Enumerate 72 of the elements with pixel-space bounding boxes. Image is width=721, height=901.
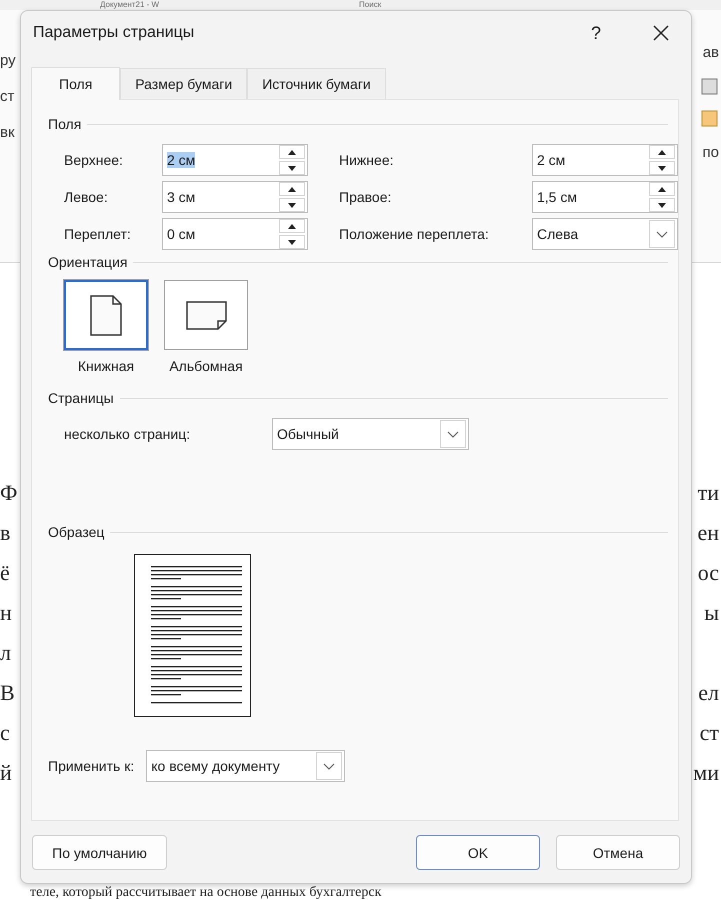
ribbon-label: по bbox=[702, 143, 719, 163]
section-heading: Страницы bbox=[48, 390, 114, 406]
document-text: й bbox=[0, 759, 12, 787]
section-heading: Образец bbox=[48, 524, 104, 540]
spin-field[interactable]: 3 см bbox=[162, 181, 308, 213]
down-arrow-icon bbox=[657, 164, 667, 172]
document-text: ос bbox=[698, 559, 719, 587]
section-heading: Поля bbox=[48, 116, 82, 132]
ribbon-label: ст bbox=[0, 87, 16, 107]
field-label: Нижнее: bbox=[339, 152, 394, 168]
tab[interactable]: Источник бумаги bbox=[247, 68, 386, 99]
spin-field[interactable]: 2 см bbox=[162, 144, 308, 176]
ribbon-label: вк bbox=[0, 123, 16, 143]
help-button[interactable]: ? bbox=[561, 22, 631, 44]
field-label: несколько страниц: bbox=[64, 426, 192, 442]
document-text: ен bbox=[697, 519, 719, 547]
option-label: Книжная bbox=[78, 358, 134, 374]
document-text: с bbox=[0, 719, 10, 747]
down-arrow-icon bbox=[287, 238, 297, 246]
chevron-down-icon bbox=[323, 762, 336, 770]
document-text: ел bbox=[698, 679, 719, 707]
shape-icon bbox=[701, 110, 719, 128]
document-text: Ф bbox=[0, 479, 18, 507]
document-text: л bbox=[0, 639, 11, 667]
tab[interactable]: Поля bbox=[31, 67, 120, 100]
document-text: н bbox=[0, 599, 12, 627]
field-label: Положение переплета: bbox=[339, 226, 490, 242]
dialog-button[interactable]: OK bbox=[416, 835, 540, 870]
field-label: Переплет: bbox=[64, 226, 132, 242]
down-arrow-icon bbox=[287, 202, 297, 208]
spin-field[interactable]: 0 см bbox=[162, 218, 308, 250]
close-icon bbox=[653, 25, 669, 41]
ribbon-label: ру bbox=[0, 51, 16, 71]
dropdown[interactable]: Обычный bbox=[272, 418, 469, 450]
down-arrow-icon bbox=[657, 202, 667, 208]
portrait-page-icon bbox=[90, 294, 122, 336]
document-text: ст bbox=[700, 719, 719, 747]
up-arrow-icon bbox=[287, 148, 297, 156]
document-text: ё bbox=[0, 559, 10, 587]
dialog-title: Параметры страницы bbox=[33, 24, 196, 42]
down-arrow-icon bbox=[287, 164, 297, 172]
up-arrow-icon bbox=[657, 148, 667, 156]
chevron-down-icon bbox=[447, 430, 459, 438]
dropdown[interactable]: Слева bbox=[532, 218, 678, 250]
dialog-button[interactable]: Отмена bbox=[556, 835, 680, 870]
spin-field[interactable]: 1,5 см bbox=[532, 181, 678, 213]
field-label: Левое: bbox=[64, 189, 109, 205]
up-arrow-icon bbox=[287, 186, 297, 192]
spin-field[interactable]: 2 см bbox=[532, 144, 678, 176]
section-heading: Ориентация bbox=[48, 254, 128, 270]
option-label: Альбомная bbox=[169, 358, 243, 374]
document-text: теле, который рассчитывает на основе данных бухгалтерск bbox=[29, 885, 382, 901]
ribbon-label: ав bbox=[702, 43, 719, 63]
field-label: Верхнее: bbox=[64, 152, 124, 168]
search-text: Поиск bbox=[359, 0, 382, 10]
up-arrow-icon bbox=[287, 222, 297, 230]
dialog-button[interactable]: По умолчанию bbox=[32, 835, 167, 870]
field-label: Применить к: bbox=[48, 758, 134, 774]
orientation-option[interactable] bbox=[164, 280, 248, 350]
dropdown[interactable]: ко всему документу bbox=[146, 750, 346, 782]
document-text: ти bbox=[698, 479, 719, 507]
up-arrow-icon bbox=[657, 186, 667, 192]
document-text: ми bbox=[693, 759, 719, 787]
orientation-option[interactable] bbox=[64, 280, 148, 350]
tab[interactable]: Размер бумаги bbox=[120, 68, 248, 99]
document-text: В bbox=[0, 679, 15, 707]
landscape-page-icon bbox=[186, 300, 226, 330]
document-text: в bbox=[0, 519, 10, 547]
document-title: Документ21 - W bbox=[100, 0, 160, 10]
field-label: Правое: bbox=[339, 189, 392, 205]
document-text: ы bbox=[704, 599, 719, 627]
chevron-down-icon bbox=[656, 230, 668, 238]
